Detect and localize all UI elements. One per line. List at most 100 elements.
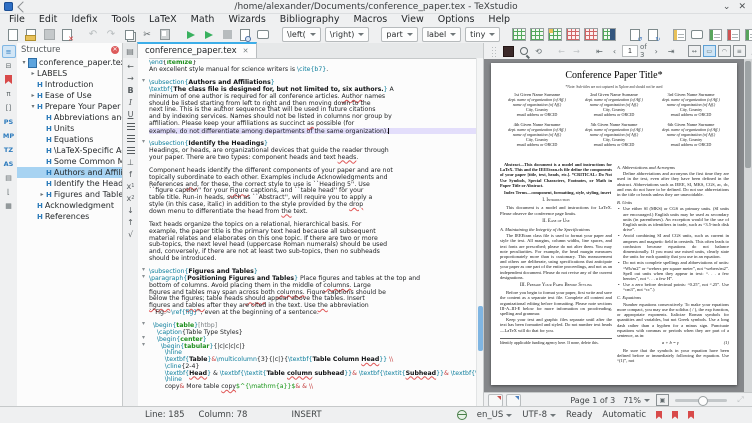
view-log-icon[interactable] [237,27,253,42]
first-page-icon[interactable]: ⇤ [593,45,606,58]
bookmark-icon[interactable] [688,411,694,419]
menu-tools[interactable]: Tools [105,14,142,25]
expand-viewer-icon[interactable] [506,394,521,407]
arrow-down-icon[interactable]: ↓ [124,204,137,216]
structure-item-abbreviations-and-acronyms[interactable]: HAbbreviations and Acronyms [17,112,123,123]
snippets-icon[interactable]: ▤ [2,171,16,184]
arrow-left-icon[interactable]: ← [124,60,137,72]
pdf-scrollbar[interactable] [744,59,752,393]
presentation-icon[interactable] [503,46,514,57]
subscript-icon[interactable]: x1 [124,180,137,192]
zoom-slider[interactable] [675,399,727,402]
remove-table-column-icon[interactable] [583,27,599,42]
arrow-up-icon[interactable]: ↑ [124,216,137,228]
language-combo[interactable]: en_US [477,410,512,420]
document-list-icon[interactable]: ▤ [123,44,137,58]
menu-edit[interactable]: Edit [32,14,64,25]
next-page-icon[interactable]: › [650,45,663,58]
build-and-view-icon[interactable] [183,27,199,42]
code-line[interactable]: affiliation. Please keep your affiliatio… [149,121,477,128]
tab-conference-paper[interactable]: conference_paper.tex ✕ [137,42,257,58]
pdf-page[interactable]: Conference Paper Title* *Note: Sub-title… [491,63,737,385]
right-delimiter-combo[interactable]: \right) [325,27,370,42]
insert-note-icon[interactable] [707,27,723,42]
bookmark-icon[interactable] [672,411,678,419]
structure-item-labels[interactable]: ▸LABELS [17,68,123,79]
reference-combo[interactable]: label [422,27,461,42]
underline-icon[interactable]: U [124,108,137,120]
remove-table-row-icon[interactable] [565,27,581,42]
bookmarks-icon[interactable] [2,73,16,86]
symbols-greek-icon[interactable]: π [2,87,16,100]
align-right-icon[interactable] [124,144,137,156]
structure-item-authors-and-affiliations[interactable]: HAuthors and Affiliations [17,167,123,178]
function-icon[interactable]: f [124,168,137,180]
code-line[interactable]: ``Fig.~\ref{fig}'', even at the beginnin… [149,310,477,317]
structure-item-references[interactable]: HReferences [17,211,123,222]
align-table-icon[interactable] [601,27,617,42]
remove-note-icon[interactable] [725,27,741,42]
code-line[interactable]: example, do not differentiate among depa… [149,128,477,135]
font-size-combo[interactable]: tiny [465,27,500,42]
pdf-zoom-combo[interactable]: 71% [623,396,650,405]
tab-close-icon[interactable]: ✕ [243,47,249,55]
menu-view[interactable]: View [394,14,431,25]
minimize-button[interactable]: ⌄ [723,2,731,12]
close-document-icon[interactable] [59,27,75,42]
bookmark-icon[interactable] [656,411,662,419]
code-editor[interactable]: \end{itemize}An excellent style manual f… [149,60,477,407]
symbols-brackets-icon[interactable]: [] [2,101,16,114]
menu-options[interactable]: Options [431,14,482,25]
line-info-icon[interactable]: ⌊ [2,185,16,198]
redo-icon[interactable]: ↷ [103,27,119,42]
code-line[interactable]: your paper. There are two types: compone… [149,155,477,162]
collapse-icon[interactable]: △ [748,45,752,58]
save-icon[interactable] [41,27,57,42]
new-document-icon[interactable] [5,27,21,42]
encoding-combo[interactable]: UTF-8 [522,410,556,420]
forward-icon[interactable]: → [570,45,583,58]
structure-item-prepare-your-paper-before-styling[interactable]: ▾HPrepare Your Paper Before Styling [17,101,123,112]
align-left-icon[interactable] [124,120,137,132]
menu-help[interactable]: Help [481,14,517,25]
left-delimiter-combo[interactable]: \left( [282,27,321,42]
structure-item-introduction[interactable]: HIntroduction [17,79,123,90]
next-document-icon[interactable] [645,27,661,42]
fold-gutter[interactable]: ▾▾▾▾▾▾▾ [138,58,149,407]
structure-item-latex-specific-advice[interactable]: H\LaTeX-Specific Advice [17,145,123,156]
compile-icon[interactable] [201,27,217,42]
menu-macros[interactable]: Macros [347,14,395,25]
next-note-icon[interactable] [743,27,752,42]
copy-icon[interactable] [121,27,137,42]
back-icon[interactable]: ← [555,45,568,58]
close-panel-icon[interactable]: ✕ [111,46,119,54]
fit-width-icon[interactable]: ↔ [688,45,701,57]
refresh-icon[interactable]: ⟲ [532,45,545,58]
menu-idefix[interactable]: Idefix [64,14,104,25]
todo-note-icon[interactable] [671,27,687,42]
last-page-icon[interactable]: ⇥ [665,45,678,58]
asymptote-icon[interactable]: AS [2,157,16,170]
todo-list-icon[interactable]: ⊟ [2,59,16,72]
stop-icon[interactable] [219,27,235,42]
code-line[interactable]: \begin{tabular}{|c|c|c|c|} [149,344,477,351]
structure-item-some-common-mistakes[interactable]: HSome Common Mistakes [17,156,123,167]
continuous-icon[interactable]: ≡ [733,45,746,57]
structure-item-conference-paper-tex[interactable]: ▾conference_paper.tex [17,57,123,68]
close-button[interactable]: ✕ [738,2,746,12]
menu-math[interactable]: Math [184,14,222,25]
previous-document-icon[interactable] [627,27,643,42]
pstricks-icon[interactable]: PS [2,115,16,128]
code-line[interactable]: copy& More table copy$^{\mathrm{a}}$& & … [149,384,477,391]
superscript-icon[interactable]: x2 [124,192,137,204]
previous-page-icon[interactable]: ‹ [608,45,621,58]
paste-icon[interactable] [157,27,173,42]
code-line[interactable]: \textbf{Head} & \textbf{\textit{Table co… [149,371,477,378]
magnifier-icon[interactable] [520,47,528,55]
comment-bubble-icon[interactable] [689,27,705,42]
add-table-column-icon[interactable] [547,27,563,42]
sectioning-combo[interactable]: part [381,27,417,42]
embed-viewer-icon[interactable] [488,394,503,407]
menu-bibliography[interactable]: Bibliography [273,14,347,25]
cut-icon[interactable]: ✂ [139,27,155,42]
